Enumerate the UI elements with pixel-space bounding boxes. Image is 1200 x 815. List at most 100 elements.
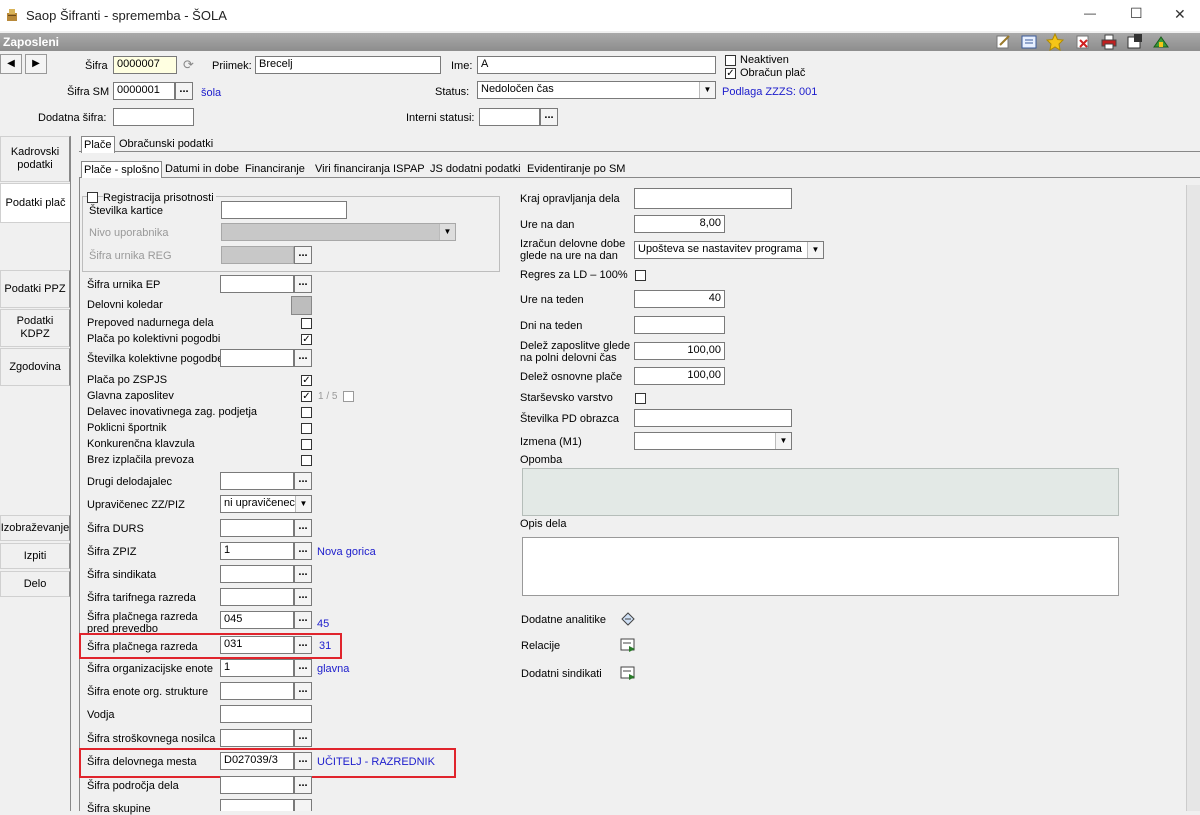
ime-field[interactable]: A (477, 56, 716, 74)
sidebar-podatki-plac[interactable]: Podatki plač (0, 183, 70, 223)
ure-na-dan-field[interactable]: 8,00 (634, 215, 725, 233)
izmena-select[interactable]: ▼ (634, 432, 792, 450)
prepoved-checkbox[interactable] (301, 318, 312, 329)
tab-obracunski-podatki[interactable]: Obračunski podatki (117, 136, 215, 153)
opis-dela-textarea[interactable] (522, 537, 1119, 596)
relacije-icon[interactable] (619, 636, 637, 654)
favorite-star-icon[interactable] (1045, 32, 1065, 51)
opomba-textarea[interactable] (522, 468, 1119, 516)
sifra-stroskovnega-lookup-button[interactable]: ... (294, 729, 312, 747)
dni-na-teden-field[interactable] (634, 316, 725, 334)
tab-viri-financiranja[interactable]: Viri financiranja ISPAP (313, 161, 427, 178)
sifra-field[interactable]: 0000007 (113, 56, 177, 74)
next-record-button[interactable]: ▶ (25, 54, 47, 74)
sifra-sindikata-field[interactable] (220, 565, 294, 583)
regres-checkbox[interactable] (635, 270, 646, 281)
placa-zspjs-checkbox[interactable]: ✓ (301, 375, 312, 386)
sifra-urnika-reg-lookup-button[interactable]: ... (294, 246, 312, 264)
upravicenec-select[interactable]: ni upravičenec ▼ (220, 495, 312, 513)
ure-na-teden-field[interactable]: 40 (634, 290, 725, 308)
sifra-skupine-field[interactable] (220, 799, 294, 811)
tab-financiranje[interactable]: Financiranje (243, 161, 307, 178)
sifra-placnega-pred-lookup-button[interactable]: ... (294, 611, 312, 629)
sifra-podrocja-lookup-button[interactable]: ... (294, 776, 312, 794)
sidebar-kadrovski-podatki[interactable]: Kadrovski podatki (0, 136, 70, 182)
sifra-zpiz-lookup-button[interactable]: ... (294, 542, 312, 560)
konkurencna-checkbox[interactable] (301, 439, 312, 450)
delete-icon[interactable] (1074, 33, 1092, 51)
sifra-podrocja-field[interactable] (220, 776, 294, 794)
export-icon[interactable] (1126, 33, 1144, 51)
status-select[interactable]: Nedoločen čas ▼ (477, 81, 716, 99)
dodatna-sifra-field[interactable] (113, 108, 194, 126)
delovni-koledar-button[interactable] (291, 296, 312, 315)
tab-js-dodatni-podatki[interactable]: JS dodatni podatki (428, 161, 523, 178)
registracija-checkbox[interactable] (87, 192, 98, 203)
vodja-field[interactable] (220, 705, 312, 723)
inovativnega-checkbox[interactable] (301, 407, 312, 418)
sifra-skupine-lookup-button[interactable] (294, 799, 312, 811)
izracun-select[interactable]: Upošteva se nastavitev programa ▼ (634, 241, 824, 259)
sifra-zpiz-field[interactable]: 1 (220, 542, 294, 560)
tab-evidentiranje-po-sm[interactable]: Evidentiranje po SM (525, 161, 627, 178)
sidebar-podatki-ppz[interactable]: Podatki PPZ (0, 270, 70, 308)
list-icon[interactable] (1020, 33, 1038, 51)
brez-prevoza-checkbox[interactable] (301, 455, 312, 466)
sifra-enote-org-lookup-button[interactable]: ... (294, 682, 312, 700)
sifra-tarifnega-lookup-button[interactable]: ... (294, 588, 312, 606)
stevilka-kolektivne-lookup-button[interactable]: ... (294, 349, 312, 367)
priimek-field[interactable]: Brecelj (255, 56, 441, 74)
tab-place[interactable]: Plače (81, 136, 115, 153)
podlaga-link[interactable]: Podlaga ZZZS: 001 (722, 86, 817, 98)
sidebar-izpiti[interactable]: Izpiti (0, 543, 70, 569)
drugi-delodajalec-field[interactable] (220, 472, 294, 490)
drugi-delodajalec-lookup-button[interactable]: ... (294, 472, 312, 490)
sifra-sm-lookup-button[interactable]: ... (175, 82, 193, 100)
refresh-icon[interactable]: ⟳ (183, 57, 199, 73)
sifra-enote-org-field[interactable] (220, 682, 294, 700)
sifra-sindikata-lookup-button[interactable]: ... (294, 565, 312, 583)
tag-icon[interactable] (619, 610, 637, 628)
sifra-stroskovnega-field[interactable] (220, 729, 294, 747)
obracun-checkbox[interactable]: ✓ (725, 68, 736, 79)
sifra-urnika-ep-lookup-button[interactable]: ... (294, 275, 312, 293)
sifra-urnika-ep-field[interactable] (220, 275, 294, 293)
tab-datumi-in-dobe[interactable]: Datumi in dobe (163, 161, 241, 178)
minimize-button[interactable]: — (1084, 6, 1096, 20)
sifra-org-link[interactable]: glavna (317, 663, 349, 675)
tab-place-splosno[interactable]: Plače - splošno (81, 161, 163, 178)
interni-statusi-lookup-button[interactable]: ... (540, 108, 558, 126)
neaktiven-checkbox[interactable] (725, 55, 736, 66)
stevilka-pd-field[interactable] (634, 409, 792, 427)
vertical-scrollbar[interactable] (1186, 185, 1200, 811)
stevilka-kartice-field[interactable] (221, 201, 347, 219)
kraj-field[interactable] (634, 188, 792, 209)
sifra-durs-lookup-button[interactable]: ... (294, 519, 312, 537)
sifra-zpiz-link[interactable]: Nova gorica (317, 546, 376, 558)
sifra-org-field[interactable]: 1 (220, 659, 294, 677)
exit-icon[interactable] (1152, 33, 1170, 51)
sifra-placnega-pred-field[interactable]: 045 (220, 611, 294, 629)
sifra-sm-field[interactable]: 0000001 (113, 82, 175, 100)
print-icon[interactable] (1100, 33, 1118, 51)
poklicni-checkbox[interactable] (301, 423, 312, 434)
dodatni-sindikati-icon[interactable] (619, 664, 637, 682)
delez-zaposlitve-field[interactable]: 100,00 (634, 342, 725, 360)
sifra-sm-link[interactable]: šola (201, 87, 221, 99)
interni-statusi-field[interactable] (479, 108, 540, 126)
sidebar-izobrazevanje[interactable]: Izobraževanje (0, 515, 70, 541)
sidebar-zgodovina[interactable]: Zgodovina (0, 348, 70, 386)
sifra-placnega-pred-link[interactable]: 45 (317, 618, 329, 630)
placa-kolektivni-checkbox[interactable]: ✓ (301, 334, 312, 345)
prev-record-button[interactable]: ◀ (0, 54, 22, 74)
starsevsko-checkbox[interactable] (635, 393, 646, 404)
close-button[interactable]: ✕ (1174, 6, 1186, 23)
sifra-durs-field[interactable] (220, 519, 294, 537)
maximize-button[interactable]: ☐ (1130, 5, 1143, 22)
glavna-zaposlitev-checkbox[interactable]: ✓ (301, 391, 312, 402)
edit-icon[interactable] (994, 33, 1012, 51)
stevilka-kolektivne-field[interactable] (220, 349, 294, 367)
glavna-zaposlitev-extra-checkbox[interactable] (343, 391, 354, 402)
sifra-tarifnega-field[interactable] (220, 588, 294, 606)
delez-osnovne-field[interactable]: 100,00 (634, 367, 725, 385)
